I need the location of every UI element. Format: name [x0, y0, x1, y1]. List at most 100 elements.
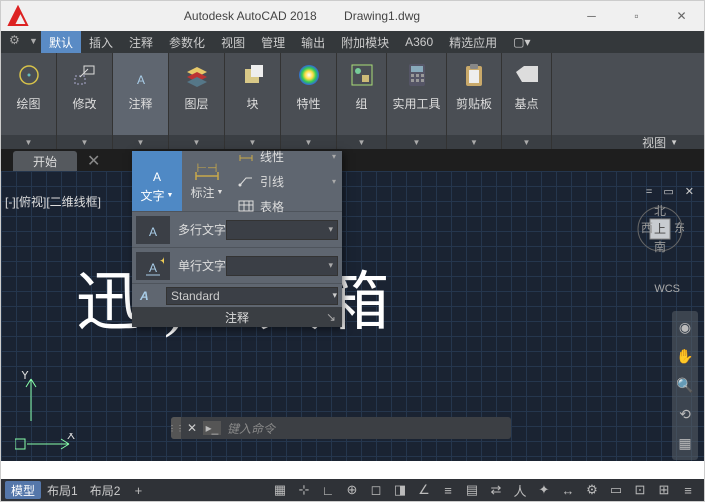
dtext-style-dropdown[interactable]: ▾ — [226, 256, 338, 276]
status-qprops-icon[interactable]: ⊞ — [652, 482, 676, 498]
status-add-layout-icon[interactable]: + — [126, 483, 150, 498]
nav-pan-icon[interactable]: ✋ — [676, 348, 693, 365]
chevron-down-icon[interactable]: ▼ — [193, 138, 201, 147]
maximize-button[interactable]: ▫ — [614, 2, 659, 30]
pin-icon[interactable]: ↘ — [326, 310, 336, 324]
file-tab-start[interactable]: 开始 — [13, 151, 77, 171]
chevron-down-icon[interactable]: ▼ — [523, 138, 531, 147]
properties-icon — [293, 59, 325, 91]
menu-insert[interactable]: 插入 — [81, 31, 121, 53]
draw-icon — [13, 59, 45, 91]
menu-param[interactable]: 参数化 — [161, 31, 213, 53]
status-layout2-tab[interactable]: 布局2 — [84, 481, 127, 499]
ucs-y-axis-icon: Y — [21, 371, 41, 421]
chevron-down-icon[interactable]: ▼ — [25, 138, 33, 147]
chevron-down-icon[interactable]: ▼ — [470, 138, 478, 147]
dtext-icon: A✦ — [136, 252, 170, 280]
status-osnap-icon[interactable]: ◻ — [364, 482, 388, 498]
flyout-linear-button[interactable]: 线性▾ — [236, 146, 342, 167]
flyout-dim-button[interactable]: ⊢⊣ 标注▼ — [182, 151, 232, 211]
chevron-down-icon[interactable]: ▼ — [137, 138, 145, 147]
status-customize-icon[interactable]: ≡ — [676, 483, 700, 498]
flyout-text-button[interactable]: A 文字▼ — [132, 151, 182, 211]
status-3dosnap-icon[interactable]: ◨ — [388, 482, 412, 498]
status-model-tab[interactable]: 模型 — [5, 481, 41, 499]
window-controls: ─ ▫ ✕ — [569, 2, 704, 30]
status-cycling-icon[interactable]: ⇄ — [484, 482, 508, 498]
status-workspace-icon[interactable]: ⚙ — [580, 482, 604, 498]
cmd-prompt-icon[interactable]: ▸_ — [203, 421, 221, 435]
ribbon-panel-modify[interactable]: 修改 ▼ — [57, 53, 113, 149]
status-lineweight-icon[interactable]: ≡ — [436, 483, 460, 498]
menu-extra-icon[interactable]: ▢▾ — [505, 31, 538, 53]
flyout-dtext-label: 单行文字 — [178, 257, 226, 274]
status-polar-icon[interactable]: ⊕ — [340, 482, 364, 498]
nav-zoom-icon[interactable]: 🔍 — [676, 377, 693, 394]
flyout-dim-label: 标注 — [191, 184, 215, 201]
flyout-standard-row[interactable]: A Standard▾ — [132, 283, 342, 307]
status-otrack-icon[interactable]: ∠ — [412, 482, 436, 498]
flyout-dtext-row[interactable]: A✦ 单行文字 ▾ — [132, 247, 342, 283]
flyout-table-button[interactable]: 表格 — [236, 196, 342, 217]
mtext-style-dropdown[interactable]: ▾ — [226, 220, 338, 240]
svg-text:✦: ✦ — [159, 255, 164, 268]
status-transparency-icon[interactable]: ▤ — [460, 482, 484, 498]
ribbon-panel-base[interactable]: 基点 ▼ — [502, 53, 552, 149]
ribbon-panel-draw[interactable]: 绘图 ▼ — [1, 53, 57, 149]
nav-wheel-icon[interactable]: ◉ — [679, 319, 691, 336]
viewport-label[interactable]: [-][俯视][二维线框] — [5, 193, 101, 210]
close-button[interactable]: ✕ — [659, 2, 704, 30]
ribbon-panel-annotate[interactable]: A 注释 ▼ — [113, 53, 169, 149]
drawing-viewport[interactable]: [-][俯视][二维线框] = ▭ ✕ 迅 )工具箱 Y X 上北西东南 WCS… — [1, 171, 704, 461]
status-grid-icon[interactable]: ▦ — [268, 482, 292, 498]
menu-addons[interactable]: 附加模块 — [333, 31, 397, 53]
new-tab-button[interactable]: ✕ — [87, 151, 100, 171]
cmd-close-icon[interactable]: ✕ — [181, 421, 203, 435]
menu-a360[interactable]: A360 — [397, 31, 441, 53]
menu-default[interactable]: 默认 — [41, 31, 81, 53]
status-annoscale-icon[interactable]: 人 — [508, 481, 532, 500]
menu-featured[interactable]: 精选应用 — [441, 31, 505, 53]
base-icon — [511, 59, 543, 91]
command-line[interactable]: ⋮⋮ ✕ ▸_ 键入命令 — [171, 417, 511, 439]
textstyle-icon: A — [140, 289, 160, 303]
ribbon-annotate-label: 注释 — [128, 95, 152, 112]
quick-access-gear-icon[interactable]: ⚙ — [9, 33, 20, 47]
ribbon-util-label: 实用工具 — [392, 95, 440, 112]
ribbon-panel-layer[interactable]: 图层 ▼ — [169, 53, 225, 149]
menu-view[interactable]: 视图 — [213, 31, 253, 53]
chevron-down-icon[interactable]: ▼ — [358, 138, 366, 147]
status-units-icon[interactable]: ⊡ — [628, 482, 652, 498]
utilities-icon — [401, 59, 433, 91]
cmd-grip-icon[interactable]: ⋮⋮ — [171, 417, 181, 439]
view-cube[interactable]: 上北西东南 — [636, 205, 684, 253]
chevron-down-icon[interactable]: ▼ — [81, 138, 89, 147]
ribbon-panel-group[interactable]: 组 ▼ — [337, 53, 387, 149]
quick-access-dropdown-icon[interactable]: ▼ — [29, 36, 38, 46]
minimize-button[interactable]: ─ — [569, 2, 614, 30]
ribbon-view-area[interactable]: 视图▼ — [552, 135, 704, 149]
menu-output[interactable]: 输出 — [293, 31, 333, 53]
wcs-label[interactable]: WCS — [654, 283, 680, 295]
status-snap-icon[interactable]: ⊹ — [292, 482, 316, 498]
nav-showmotion-icon[interactable]: ▦ — [678, 435, 691, 452]
app-logo-icon[interactable] — [7, 2, 35, 30]
block-icon — [237, 59, 269, 91]
menu-manage[interactable]: 管理 — [253, 31, 293, 53]
status-monitor-icon[interactable]: ▭ — [604, 482, 628, 498]
flyout-leader-button[interactable]: 引线▾ — [236, 171, 342, 192]
menu-annotate[interactable]: 注释 — [121, 31, 161, 53]
status-autoscale-icon[interactable]: ↔ — [556, 483, 580, 498]
ribbon-panel-utilities[interactable]: 实用工具 ▼ — [387, 53, 447, 149]
svg-text:A: A — [149, 261, 157, 275]
textstyle-dropdown[interactable]: Standard▾ — [166, 287, 338, 305]
ribbon-panel-clipboard[interactable]: 剪贴板 ▼ — [447, 53, 502, 149]
status-annovisibility-icon[interactable]: ✦ — [532, 482, 556, 498]
chevron-down-icon[interactable]: ▼ — [413, 138, 421, 147]
ribbon-panel-properties[interactable]: 特性 ▼ — [281, 53, 337, 149]
nav-orbit-icon[interactable]: ⟲ — [679, 406, 691, 423]
status-ortho-icon[interactable]: ∟ — [316, 483, 340, 498]
viewport-controls[interactable]: = ▭ ✕ — [646, 185, 698, 198]
ribbon-panel-block[interactable]: 块 ▼ — [225, 53, 281, 149]
status-layout1-tab[interactable]: 布局1 — [41, 481, 84, 499]
